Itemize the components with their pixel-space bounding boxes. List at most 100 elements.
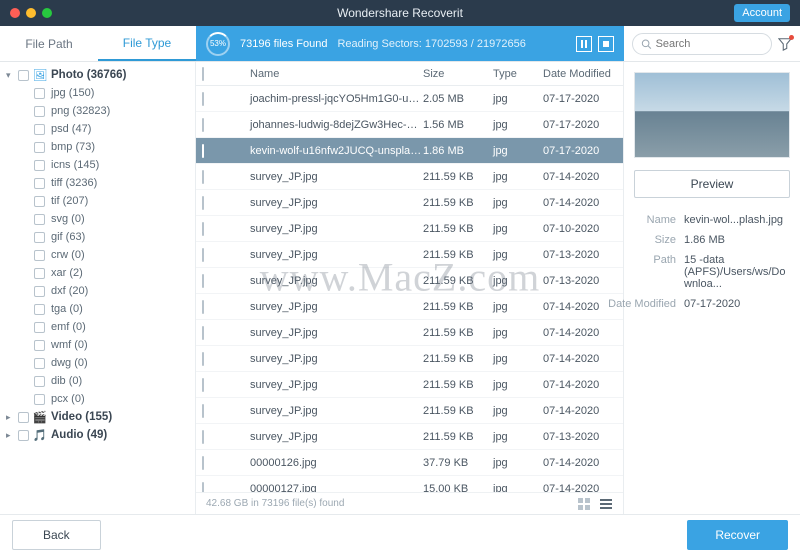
preview-button[interactable]: Preview <box>634 170 790 198</box>
row-checkbox[interactable] <box>202 248 204 262</box>
col-type[interactable]: Type <box>493 68 543 80</box>
tree-item[interactable]: tiff (3236) <box>0 174 195 192</box>
tab-file-type[interactable]: File Type <box>98 26 196 61</box>
filetype-checkbox[interactable] <box>34 196 45 207</box>
tree-item[interactable]: wmf (0) <box>0 336 195 354</box>
row-checkbox[interactable] <box>202 300 204 314</box>
list-body[interactable]: joachim-pressl-jqcYO5Hm1G0-unspl… 2.05 M… <box>196 86 623 492</box>
table-row[interactable]: joachim-pressl-jqcYO5Hm1G0-unspl… 2.05 M… <box>196 86 623 112</box>
tree-root-video[interactable]: ▸ 🎬 Video (155) <box>0 408 195 426</box>
filetype-checkbox[interactable] <box>34 304 45 315</box>
filetype-checkbox[interactable] <box>34 358 45 369</box>
tree-item[interactable]: pcx (0) <box>0 390 195 408</box>
row-checkbox[interactable] <box>202 352 204 366</box>
tree-item[interactable]: jpg (150) <box>0 84 195 102</box>
search-box[interactable] <box>632 33 772 55</box>
tree-item[interactable]: dib (0) <box>0 372 195 390</box>
search-input[interactable] <box>656 38 763 50</box>
tree-root-photo[interactable]: ▾ 🖼 Photo (36766) <box>0 66 195 84</box>
table-row[interactable]: kevin-wolf-u16nfw2JUCQ-unsplash.jpg 1.86… <box>196 138 623 164</box>
row-checkbox[interactable] <box>202 92 204 106</box>
table-row[interactable]: survey_JP.jpg 211.59 KB jpg 07-14-2020 <box>196 398 623 424</box>
tree-item[interactable]: svg (0) <box>0 210 195 228</box>
filetype-checkbox[interactable] <box>34 376 45 387</box>
filetype-checkbox[interactable] <box>34 268 45 279</box>
filetype-checkbox[interactable] <box>34 124 45 135</box>
row-checkbox[interactable] <box>202 170 204 184</box>
tree-item[interactable]: psd (47) <box>0 120 195 138</box>
tree-item[interactable]: emf (0) <box>0 318 195 336</box>
filetype-label: emf (0) <box>51 321 86 333</box>
grid-view-icon[interactable] <box>577 497 591 511</box>
filetype-checkbox[interactable] <box>34 106 45 117</box>
filetype-checkbox[interactable] <box>34 214 45 225</box>
file-type: jpg <box>493 119 543 131</box>
maximize-icon[interactable] <box>42 8 52 18</box>
filetype-checkbox[interactable] <box>34 340 45 351</box>
filetype-checkbox[interactable] <box>34 394 45 405</box>
filetype-checkbox[interactable] <box>34 88 45 99</box>
filetype-checkbox[interactable] <box>34 178 45 189</box>
table-row[interactable]: 00000126.jpg 37.79 KB jpg 07-14-2020 <box>196 450 623 476</box>
table-row[interactable]: survey_JP.jpg 211.59 KB jpg 07-14-2020 <box>196 190 623 216</box>
filetype-checkbox[interactable] <box>34 286 45 297</box>
tree-item[interactable]: png (32823) <box>0 102 195 120</box>
table-row[interactable]: survey_JP.jpg 211.59 KB jpg 07-13-2020 <box>196 242 623 268</box>
table-row[interactable]: johannes-ludwig-8dejZGw3Hec-unsplash.jpg… <box>196 112 623 138</box>
select-all-checkbox[interactable] <box>202 67 204 81</box>
sidebar[interactable]: ▾ 🖼 Photo (36766) jpg (150) png (32823) … <box>0 62 196 514</box>
row-checkbox[interactable] <box>202 482 204 493</box>
tab-file-path[interactable]: File Path <box>0 26 98 61</box>
back-button[interactable]: Back <box>12 520 101 550</box>
filter-button[interactable] <box>778 37 792 51</box>
table-row[interactable]: survey_JP.jpg 211.59 KB jpg 07-14-2020 <box>196 164 623 190</box>
stop-button[interactable] <box>598 36 614 52</box>
category-checkbox[interactable] <box>18 430 29 441</box>
minimize-icon[interactable] <box>26 8 36 18</box>
filetype-checkbox[interactable] <box>34 160 45 171</box>
tree-root-audio[interactable]: ▸ 🎵 Audio (49) <box>0 426 195 444</box>
tree-item[interactable]: tga (0) <box>0 300 195 318</box>
list-view-icon[interactable] <box>599 497 613 511</box>
row-checkbox[interactable] <box>202 430 204 444</box>
row-checkbox[interactable] <box>202 274 204 288</box>
filetype-checkbox[interactable] <box>34 142 45 153</box>
filetype-checkbox[interactable] <box>34 250 45 261</box>
tree-item[interactable]: icns (145) <box>0 156 195 174</box>
tree-item[interactable]: bmp (73) <box>0 138 195 156</box>
col-name[interactable]: Name <box>246 68 423 80</box>
table-row[interactable]: 00000127.jpg 15.00 KB jpg 07-14-2020 <box>196 476 623 492</box>
photo-icon: 🖼 <box>33 68 47 82</box>
tree-item[interactable]: xar (2) <box>0 264 195 282</box>
table-row[interactable]: survey_JP.jpg 211.59 KB jpg 07-14-2020 <box>196 320 623 346</box>
pause-button[interactable] <box>576 36 592 52</box>
filetype-checkbox[interactable] <box>34 232 45 243</box>
col-date[interactable]: Date Modified <box>543 68 623 80</box>
row-checkbox[interactable] <box>202 118 204 132</box>
row-checkbox[interactable] <box>202 196 204 210</box>
tree-item[interactable]: tif (207) <box>0 192 195 210</box>
table-row[interactable]: survey_JP.jpg 211.59 KB jpg 07-13-2020 <box>196 268 623 294</box>
col-size[interactable]: Size <box>423 68 493 80</box>
table-row[interactable]: survey_JP.jpg 211.59 KB jpg 07-14-2020 <box>196 372 623 398</box>
tree-item[interactable]: crw (0) <box>0 246 195 264</box>
table-row[interactable]: survey_JP.jpg 211.59 KB jpg 07-14-2020 <box>196 346 623 372</box>
row-checkbox[interactable] <box>202 326 204 340</box>
row-checkbox[interactable] <box>202 456 204 470</box>
account-button[interactable]: Account <box>734 4 790 22</box>
filetype-checkbox[interactable] <box>34 322 45 333</box>
row-checkbox[interactable] <box>202 144 204 158</box>
tree-item[interactable]: dxf (20) <box>0 282 195 300</box>
row-checkbox[interactable] <box>202 222 204 236</box>
table-row[interactable]: survey_JP.jpg 211.59 KB jpg 07-14-2020 <box>196 294 623 320</box>
table-row[interactable]: survey_JP.jpg 211.59 KB jpg 07-13-2020 <box>196 424 623 450</box>
tree-item[interactable]: gif (63) <box>0 228 195 246</box>
row-checkbox[interactable] <box>202 378 204 392</box>
recover-button[interactable]: Recover <box>687 520 788 550</box>
row-checkbox[interactable] <box>202 404 204 418</box>
table-row[interactable]: survey_JP.jpg 211.59 KB jpg 07-10-2020 <box>196 216 623 242</box>
close-icon[interactable] <box>10 8 20 18</box>
tree-item[interactable]: dwg (0) <box>0 354 195 372</box>
category-checkbox[interactable] <box>18 70 29 81</box>
category-checkbox[interactable] <box>18 412 29 423</box>
